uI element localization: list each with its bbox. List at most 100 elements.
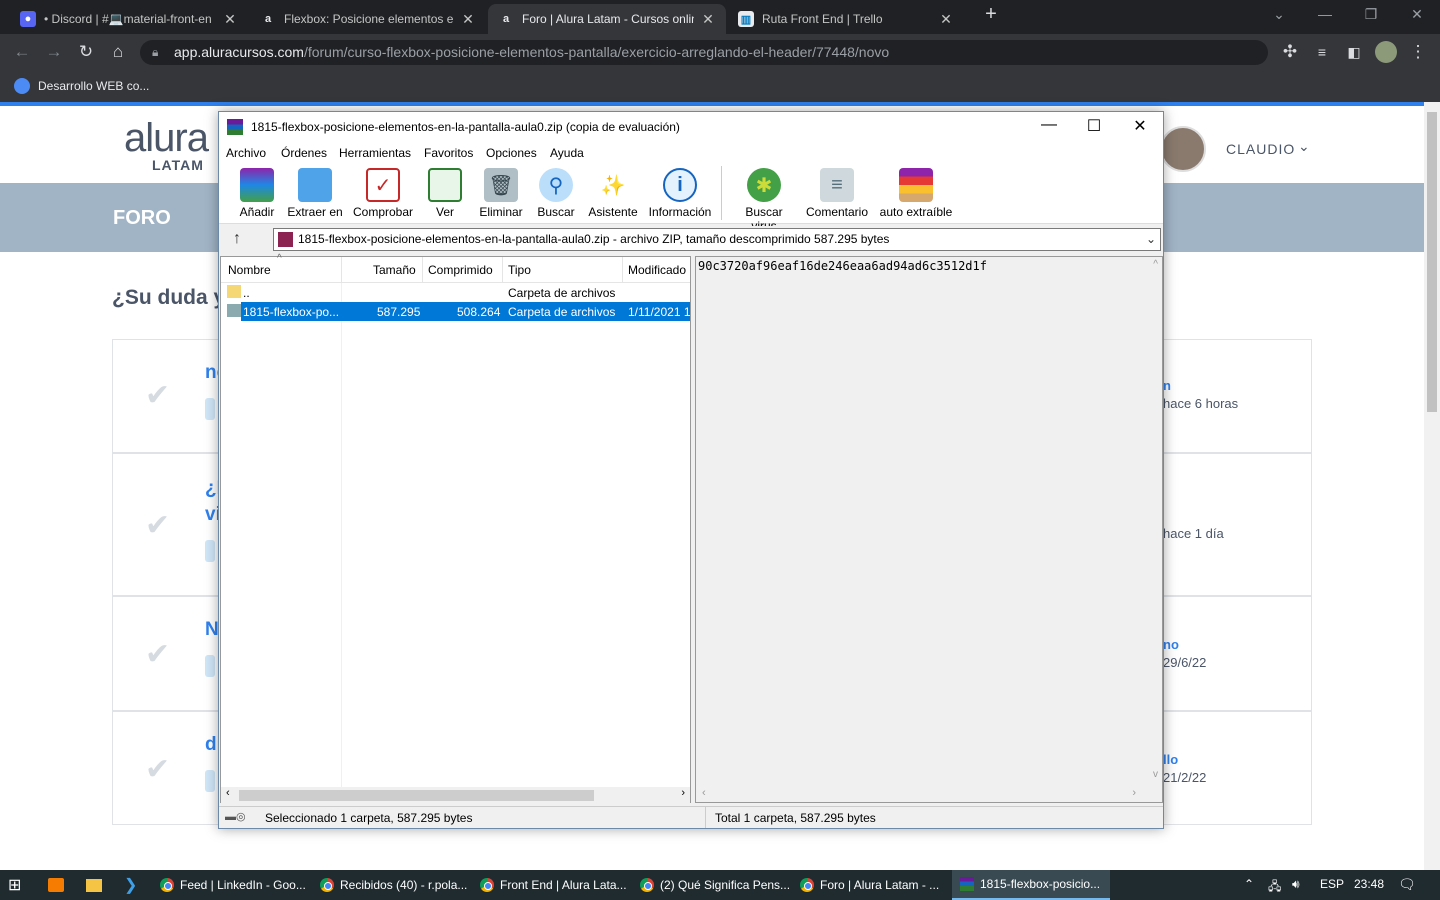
check-icon: ✔ <box>145 379 171 412</box>
taskbar-item[interactable]: (2) Qué Significa Pens... <box>632 870 790 900</box>
topic-tag[interactable] <box>205 540 215 562</box>
section-title: FORO <box>113 207 171 229</box>
profile-avatar[interactable] <box>1375 41 1397 63</box>
maximize-button[interactable]: ☐ <box>1072 116 1116 136</box>
taskbar-item[interactable]: Recibidos (40) - r.pola... <box>312 870 468 900</box>
chevron-up-icon[interactable]: ⌃ <box>1244 877 1254 891</box>
scroll-left-icon[interactable]: ‹ <box>702 787 706 799</box>
find-button[interactable]: ⚲ Buscar <box>535 168 577 219</box>
alura-logo[interactable]: alura <box>124 118 209 158</box>
close-window-button[interactable]: ✕ <box>1394 6 1440 23</box>
minimize-button[interactable]: — <box>1302 6 1348 22</box>
close-tab-icon[interactable]: ✕ <box>938 11 954 28</box>
up-arrow-icon[interactable]: ↑ <box>233 230 241 248</box>
media-icon[interactable]: ≡ <box>1311 41 1333 63</box>
scroll-left-icon[interactable]: ‹ <box>226 787 230 799</box>
side-panel-icon[interactable]: ◧ <box>1343 41 1365 63</box>
bookmarks-bar: Desarrollo WEB co... <box>0 70 1440 102</box>
browser-tab-active[interactable]: a Foro | Alura Latam - Cursos onlin ✕ <box>488 4 726 34</box>
scroll-down-icon[interactable]: v <box>1153 769 1158 780</box>
scrollbar-thumb[interactable] <box>239 790 594 801</box>
home-icon[interactable]: ⌂ <box>107 41 129 63</box>
media-app-icon[interactable] <box>40 870 74 900</box>
scroll-right-icon[interactable]: › <box>1132 787 1136 799</box>
add-button[interactable]: Añadir <box>237 168 277 219</box>
close-tab-icon[interactable]: ✕ <box>222 11 238 28</box>
forward-icon[interactable]: → <box>43 41 65 63</box>
windows-start-icon[interactable]: ⊞ <box>0 870 36 900</box>
chevron-down-icon[interactable]: ⌄ <box>1146 229 1156 250</box>
winrar-toolbar: Añadir Extraer en ✓ Comprobar Ver 🗑︎ Elimi… <box>219 164 1163 233</box>
taskbar-item[interactable]: Feed | LinkedIn - Goo... <box>152 870 308 900</box>
page-scrollbar[interactable] <box>1424 102 1440 870</box>
sfx-button[interactable]: auto extraíble <box>879 168 953 219</box>
file-row-selected[interactable]: 1815-flexbox-po... 587.295 508.264 Carpe… <box>227 302 691 321</box>
info-button[interactable]: i Información <box>647 168 713 219</box>
browser-tab[interactable]: ▥ Ruta Front End | Trello ✕ <box>728 4 964 34</box>
topic-tag[interactable] <box>205 655 215 677</box>
topic-tag[interactable] <box>205 398 215 420</box>
chevron-down-icon[interactable]: ⌄ <box>1298 138 1310 155</box>
browser-tab-bar: ● • Discord | #💻material-front-en ✕ a Fl… <box>0 0 1440 34</box>
network-icon[interactable]: 🖧︎ <box>1268 877 1281 898</box>
volume-icon[interactable]: 🔊︎ <box>1292 877 1300 892</box>
menu-ordenes[interactable]: Órdenes <box>281 146 327 160</box>
new-tab-button[interactable]: + <box>968 3 1014 26</box>
menu-ayuda[interactable]: Ayuda <box>550 146 584 160</box>
chrome-icon <box>640 878 654 892</box>
user-name[interactable]: CLAUDIO <box>1226 141 1295 157</box>
file-list-pane[interactable]: Nombre ^ Tamaño Comprimido Tipo Modifica… <box>220 253 691 804</box>
winrar-title-bar[interactable]: 1815-flexbox-posicione-elementos-en-la-p… <box>219 112 1163 142</box>
minimize-button[interactable]: — <box>1027 116 1071 134</box>
notifications-icon[interactable]: 🗨︎ <box>1398 876 1416 893</box>
menu-archivo[interactable]: Archivo <box>226 146 266 160</box>
close-button[interactable]: ✕ <box>1118 116 1162 136</box>
scroll-up-icon[interactable]: ^ <box>1153 259 1158 270</box>
tab-search-icon[interactable]: ⌄ <box>1256 6 1302 23</box>
column-tipo[interactable]: Tipo <box>508 263 531 277</box>
column-comprimido[interactable]: Comprimido <box>428 263 493 277</box>
browser-tab[interactable]: ● • Discord | #💻material-front-en ✕ <box>10 4 248 34</box>
menu-kebab-icon[interactable]: ⋮ <box>1407 41 1429 63</box>
winrar-title: 1815-flexbox-posicione-elementos-en-la-p… <box>251 120 680 134</box>
comment-pane[interactable]: 90c3720af96eaf16de246eaa6ad94ad6c3512d1f… <box>695 256 1163 803</box>
archive-path-box[interactable]: 1815-flexbox-posicione-elementos-en-la-p… <box>273 228 1161 251</box>
language-indicator[interactable]: ESP <box>1320 877 1344 891</box>
user-avatar[interactable] <box>1160 126 1206 172</box>
close-tab-icon[interactable]: ✕ <box>460 11 476 28</box>
browser-tab[interactable]: a Flexbox: Posicione elementos en ✕ <box>250 4 486 34</box>
restore-button[interactable]: ❐ <box>1348 6 1394 23</box>
column-nombre[interactable]: Nombre <box>228 263 271 277</box>
virus-scan-button[interactable]: ✱Buscar virus <box>731 168 797 233</box>
column-modificado[interactable]: Modificado <box>628 263 686 277</box>
view-button[interactable]: Ver <box>423 168 467 219</box>
status-selected: Seleccionado 1 carpeta, 587.295 bytes <box>265 811 473 825</box>
taskbar-item[interactable]: Foro | Alura Latam - ... <box>792 870 948 900</box>
column-tamano[interactable]: Tamaño <box>373 263 416 277</box>
extensions-icon[interactable]: ✣ <box>1279 41 1301 63</box>
horizontal-scrollbar[interactable]: ‹ › <box>221 787 690 804</box>
delete-button[interactable]: 🗑︎ Eliminar <box>477 168 525 219</box>
file-row-parent[interactable]: .. Carpeta de archivos <box>221 283 690 302</box>
taskbar-item-active[interactable]: 1815-flexbox-posicio... <box>952 870 1110 900</box>
menu-herramientas[interactable]: Herramientas <box>339 146 411 160</box>
comment-button[interactable]: ≡ Comentario <box>805 168 869 219</box>
back-icon[interactable]: ← <box>11 41 33 63</box>
topic-tag[interactable] <box>205 770 215 792</box>
test-button[interactable]: ✓ Comprobar <box>351 168 415 219</box>
menu-opciones[interactable]: Opciones <box>486 146 537 160</box>
menu-favoritos[interactable]: Favoritos <box>424 146 473 160</box>
close-tab-icon[interactable]: ✕ <box>700 11 716 28</box>
file-explorer-icon[interactable] <box>78 870 112 900</box>
winrar-window: 1815-flexbox-posicione-elementos-en-la-p… <box>218 111 1164 829</box>
bookmark-item[interactable]: Desarrollo WEB co... <box>14 78 149 94</box>
scroll-right-icon[interactable]: › <box>681 787 685 799</box>
scrollbar-thumb[interactable] <box>1427 112 1437 412</box>
vscode-icon[interactable]: ❯ <box>116 870 150 900</box>
address-bar[interactable]: 🔒︎ app.aluracursos.com/forum/curso-flexb… <box>140 40 1268 65</box>
extract-button[interactable]: Extraer en <box>287 168 343 219</box>
taskbar-item[interactable]: Front End | Alura Lata... <box>472 870 628 900</box>
reload-icon[interactable]: ↻ <box>75 41 97 63</box>
clock[interactable]: 23:48 <box>1354 877 1384 891</box>
wizard-button[interactable]: ✨ Asistente <box>587 168 639 220</box>
